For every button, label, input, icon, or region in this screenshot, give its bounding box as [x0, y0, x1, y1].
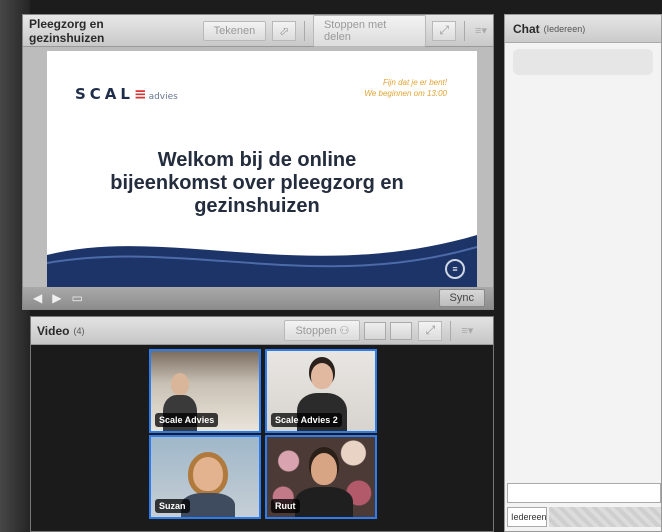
share-footer: ◀ ▶ ▭ Sync	[23, 287, 493, 309]
chat-title: Chat	[513, 21, 540, 36]
stop-sharing-button[interactable]: Stoppen met delen	[312, 14, 427, 47]
participant-name: Suzan	[155, 499, 190, 513]
note-line-1: Fijn dat je er bent!	[382, 78, 447, 87]
menu-icon[interactable]: ≡▾	[461, 324, 473, 337]
video-title: Video	[37, 323, 70, 338]
menu-icon[interactable]: ≡▾	[475, 24, 487, 37]
header-divider	[464, 20, 466, 41]
filmstrip-view-icon[interactable]	[390, 321, 413, 340]
chat-pod: Chat (Iedereen) Iedereen	[504, 14, 662, 532]
participant-head	[311, 363, 333, 389]
presentation-slide: SCAL≡ advies Fijn dat je er bent! We begi…	[47, 51, 477, 287]
fullscreen-icon[interactable]: ⤢	[418, 320, 443, 341]
participant-body	[295, 487, 353, 517]
chat-input[interactable]	[507, 483, 661, 503]
next-arrow-icon[interactable]: ▶	[52, 291, 61, 305]
slide-title: Welkom bij de online bijeenkomst over pl…	[110, 149, 404, 217]
header-divider	[450, 320, 452, 341]
stop-video-button[interactable]: Stoppen ⚇	[284, 320, 361, 341]
sync-button[interactable]: Sync	[438, 289, 485, 307]
chat-toolbar	[549, 507, 661, 527]
video-tile[interactable]: Scale Advies	[149, 349, 261, 433]
slide-panel-icon[interactable]: ▭	[71, 291, 82, 305]
participant-head	[311, 453, 337, 485]
video-tile[interactable]: Scale Advies 2	[265, 349, 377, 433]
participant-name: Scale Advies	[155, 413, 219, 427]
chat-header: Chat (Iedereen)	[505, 15, 661, 43]
fullscreen-icon[interactable]: ⤢	[432, 20, 457, 41]
draw-button[interactable]: Tekenen	[202, 20, 267, 41]
video-tile[interactable]: Ruut	[265, 435, 377, 519]
chat-recipient-select[interactable]: Iedereen	[507, 507, 547, 527]
share-pod: Pleegzorg en gezinshuizen Tekenen ⬀ Stop…	[22, 14, 494, 310]
video-tile[interactable]: Suzan	[149, 435, 261, 519]
participant-name: Scale Advies 2	[271, 413, 342, 427]
participant-head	[193, 457, 223, 491]
video-count: (4)	[73, 325, 85, 336]
participant-name: Ruut	[271, 499, 300, 513]
participant-head	[171, 373, 189, 395]
pointer-icon[interactable]: ⬀	[272, 20, 296, 41]
previous-arrow-icon[interactable]: ◀	[33, 291, 42, 305]
share-pod-header: Pleegzorg en gezinshuizen Tekenen ⬀ Stop…	[23, 14, 493, 47]
video-header: Video (4) Stoppen ⚇ ⤢ ≡▾	[31, 317, 493, 345]
share-pod-title: Pleegzorg en gezinshuizen	[29, 16, 105, 45]
slide-wave-decoration	[47, 235, 477, 287]
chat-message	[513, 49, 653, 75]
chat-audience: (Iedereen)	[543, 23, 586, 34]
video-pod: Video (4) Stoppen ⚇ ⤢ ≡▾ Scale Advies Sc…	[30, 316, 494, 532]
slide-note: Fijn dat je er bent! We beginnen om 13:0…	[364, 77, 447, 99]
note-line-2: We beginnen om 13:00	[364, 89, 447, 98]
company-logo: SCAL≡ advies	[75, 85, 178, 103]
header-divider	[303, 20, 305, 41]
grid-view-icon[interactable]	[364, 321, 387, 340]
slide-badge-icon: ≡	[445, 259, 465, 279]
